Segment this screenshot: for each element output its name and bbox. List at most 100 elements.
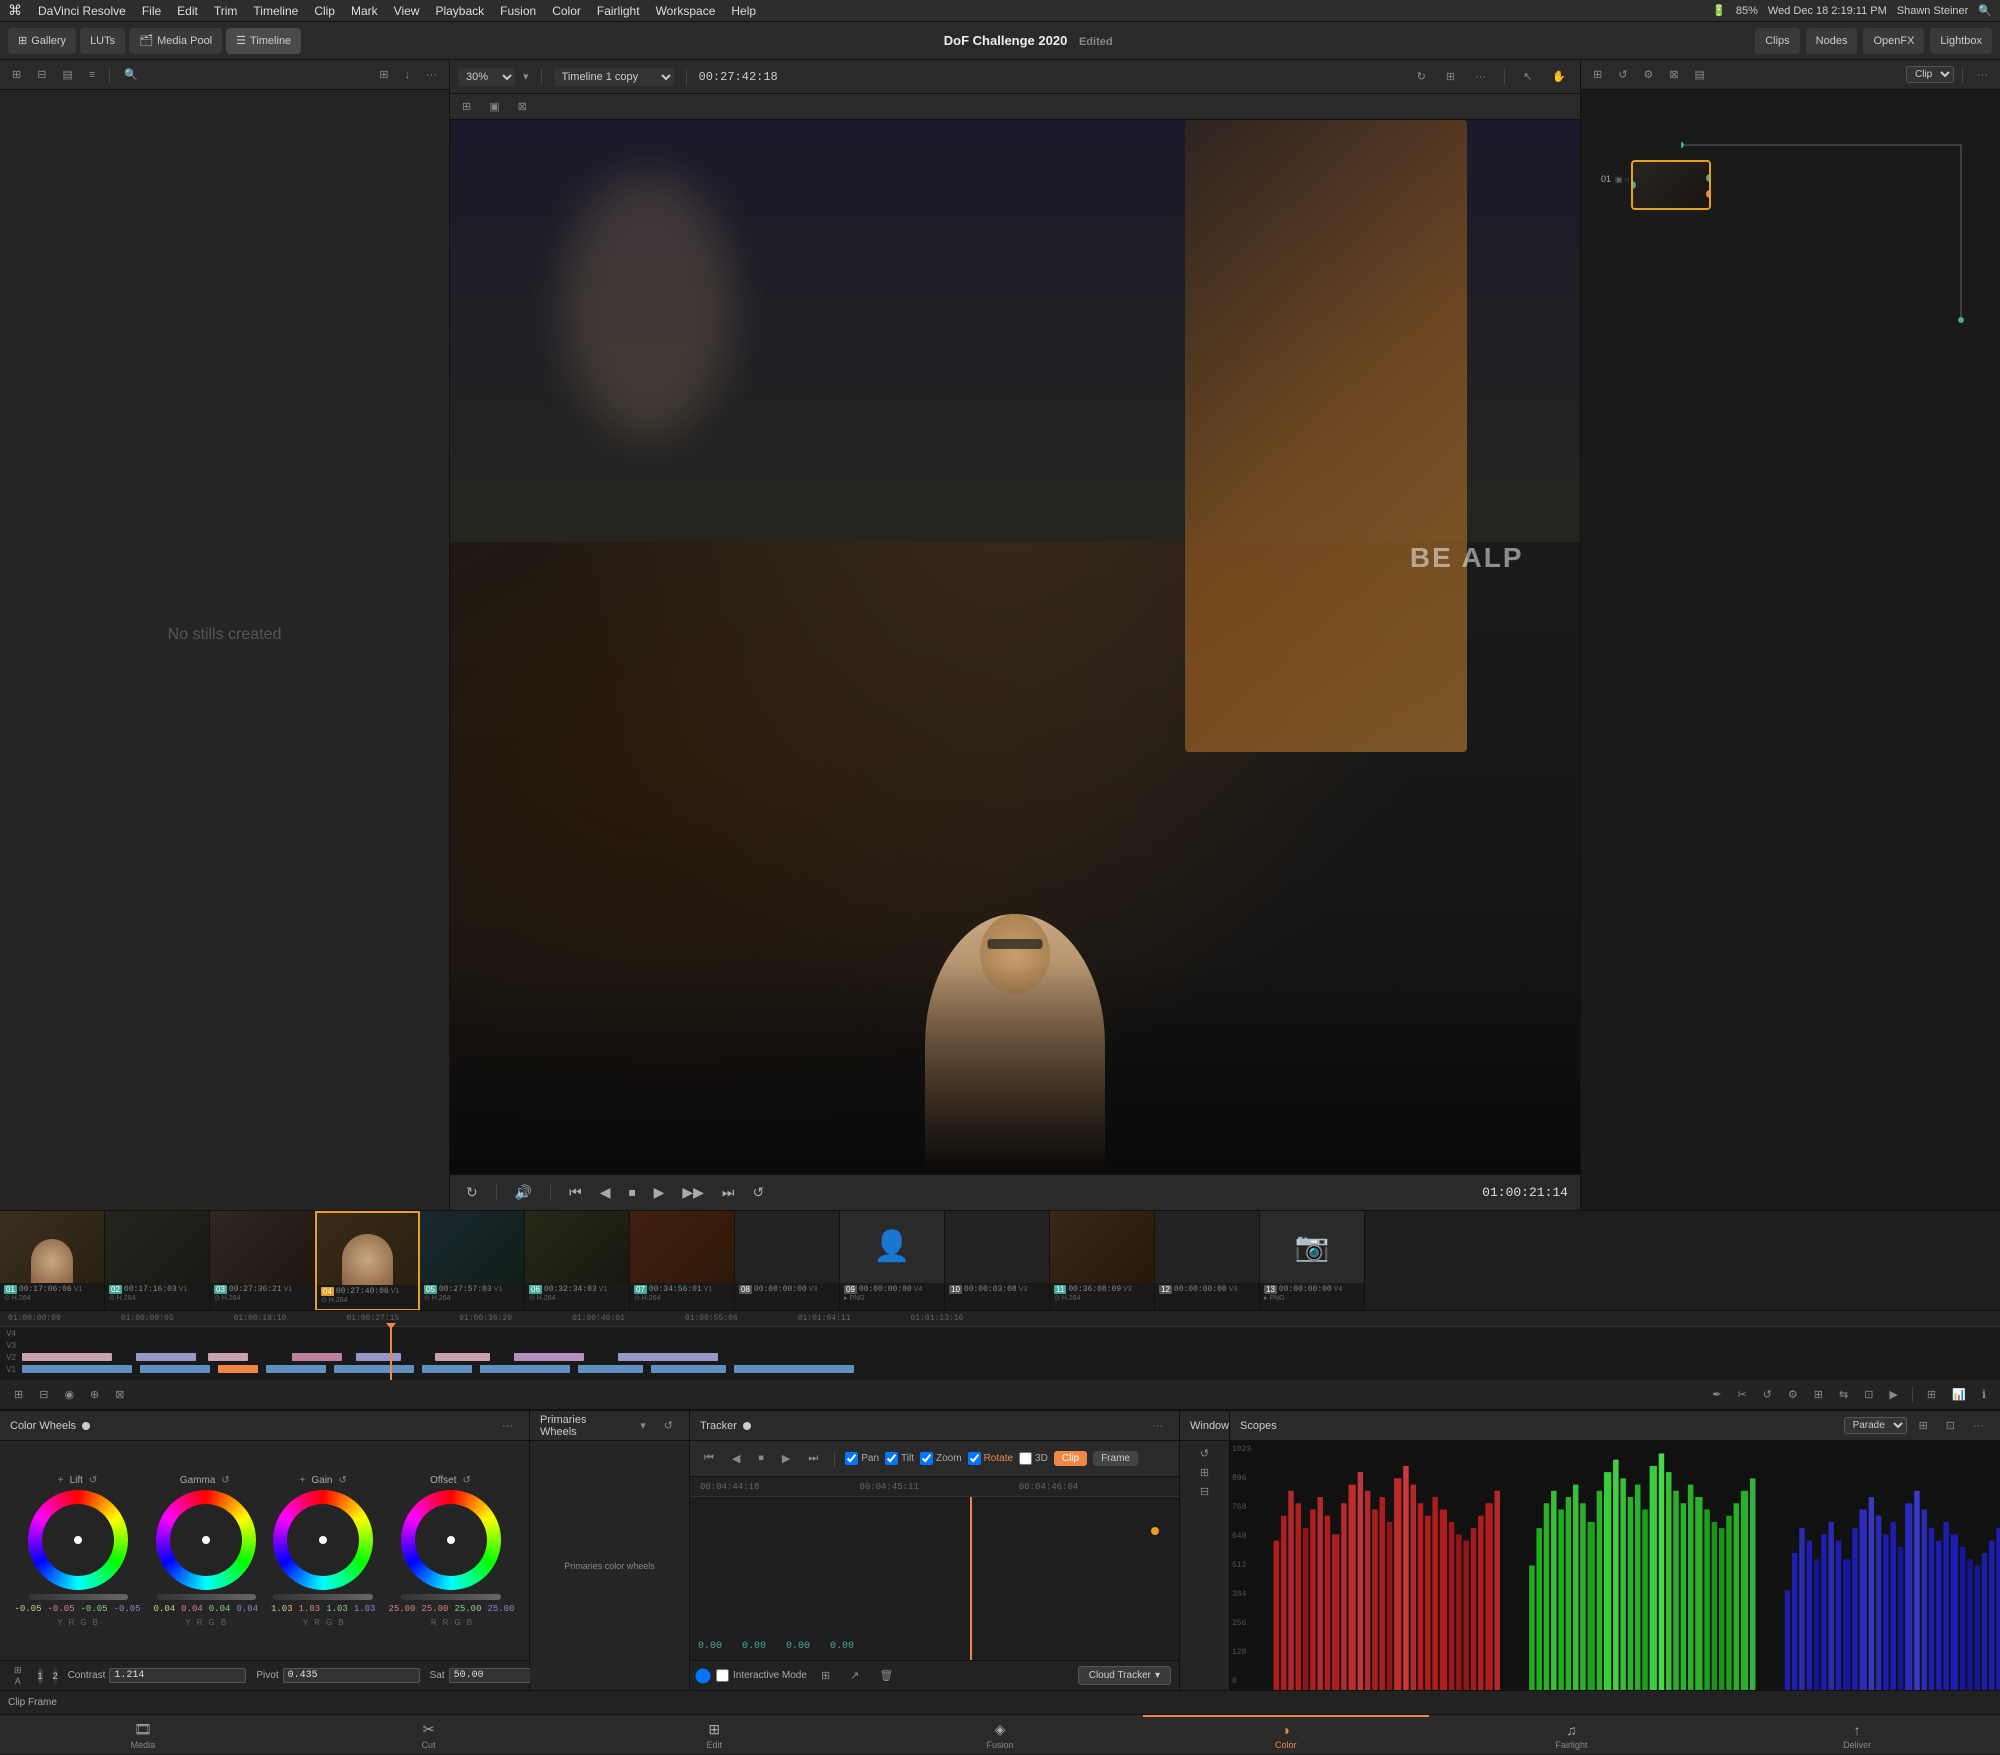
menu-edit[interactable]: Edit bbox=[177, 4, 198, 18]
timeline-copy-select[interactable]: Timeline 1 copy bbox=[554, 68, 674, 86]
clip-v1-3[interactable] bbox=[218, 1365, 258, 1373]
clip-v1-9[interactable] bbox=[651, 1365, 726, 1373]
clip-item-07[interactable]: 07 00:34:56:01 V1 ⊙ H.264 bbox=[630, 1211, 735, 1311]
cursor-btn[interactable]: ↖ bbox=[1517, 68, 1538, 85]
interactive-btn-2[interactable]: ↗ bbox=[844, 1667, 865, 1684]
zoom-select[interactable]: 30%50%100% bbox=[458, 68, 515, 86]
menu-clip[interactable]: Clip bbox=[314, 4, 335, 18]
goto-start-btn[interactable]: ⏮ bbox=[565, 1182, 586, 1203]
wheel-offset-svg[interactable] bbox=[401, 1490, 501, 1590]
color-tool-3[interactable]: ◉ bbox=[58, 1386, 80, 1403]
clip-item-04[interactable]: 04 00:27:40:06 V1 ⊙ H.264 bbox=[315, 1211, 420, 1311]
wheel-gain-svg[interactable] bbox=[273, 1490, 373, 1590]
wheel-gamma-bar[interactable] bbox=[156, 1594, 256, 1600]
tab-media-pool[interactable]: 🗂 Media Pool bbox=[129, 28, 222, 54]
clip-item-13[interactable]: 📷 13 00:00:00:00 V4 ▸ PNG bbox=[1260, 1211, 1365, 1311]
clip-v2-4[interactable] bbox=[292, 1353, 342, 1361]
clip-item-09[interactable]: 👤 09 00:00:00:00 V4 ▸ PNG bbox=[840, 1211, 945, 1311]
color-tool-10[interactable]: ⊞ bbox=[1808, 1386, 1829, 1403]
tilt-checkbox[interactable]: Tilt bbox=[885, 1452, 914, 1465]
tracker-clip-btn[interactable]: Clip bbox=[1054, 1451, 1087, 1466]
color-tool-13[interactable]: ▶ bbox=[1883, 1386, 1903, 1403]
color-tool-7[interactable]: ✂ bbox=[1731, 1386, 1752, 1403]
primaries-more-btn[interactable]: ↺ bbox=[658, 1417, 679, 1434]
menu-workspace[interactable]: Workspace bbox=[656, 4, 716, 18]
color-num-2[interactable]: 2 bbox=[53, 1668, 58, 1684]
wheel-gain-add-btn[interactable]: + bbox=[298, 1475, 308, 1486]
wheel-lift-add-btn[interactable]: + bbox=[56, 1475, 66, 1486]
clip-v2-1[interactable] bbox=[22, 1353, 112, 1361]
node-btn-2[interactable]: ↺ bbox=[1612, 66, 1633, 83]
3d-check-input[interactable] bbox=[1019, 1452, 1032, 1465]
3d-checkbox[interactable]: 3D bbox=[1019, 1452, 1048, 1465]
tracker-play[interactable]: ▶ bbox=[776, 1450, 796, 1467]
gallery-sub-btn-5[interactable]: 🔍 bbox=[118, 66, 144, 83]
tab-openfx[interactable]: OpenFX bbox=[1863, 28, 1924, 54]
gallery-sub-btn-7[interactable]: ↓ bbox=[399, 67, 417, 83]
menu-trim[interactable]: Trim bbox=[214, 4, 238, 18]
tab-lightbox[interactable]: Lightbox bbox=[1930, 28, 1992, 54]
wheel-lift-reset-btn[interactable]: ↺ bbox=[87, 1475, 99, 1486]
clip-v1-7[interactable] bbox=[480, 1365, 570, 1373]
color-num-1[interactable]: 1 bbox=[38, 1668, 43, 1684]
wheel-offset-reset-btn[interactable]: ↺ bbox=[461, 1475, 473, 1486]
clip-v1-5[interactable] bbox=[334, 1365, 414, 1373]
viewer-icon-2[interactable]: ▣ bbox=[483, 98, 505, 115]
tab-luts[interactable]: LUTs bbox=[80, 28, 125, 54]
window-btn-1[interactable]: ↺ bbox=[1194, 1445, 1215, 1462]
interactive-btn-1[interactable]: ⊞ bbox=[815, 1667, 836, 1684]
tilt-check-input[interactable] bbox=[885, 1452, 898, 1465]
tab-edit[interactable]: ⊞ Edit bbox=[571, 1715, 857, 1755]
interactive-slider[interactable] bbox=[698, 1668, 708, 1684]
scopes-type-select[interactable]: Parade bbox=[1844, 1417, 1907, 1434]
more-btn[interactable]: ··· bbox=[1469, 69, 1492, 85]
tracker-goto-start[interactable]: ⏮ bbox=[698, 1450, 720, 1467]
clip-v1-8[interactable] bbox=[578, 1365, 643, 1373]
zoom-checkbox[interactable]: Zoom bbox=[920, 1452, 962, 1465]
tracker-frame-btn[interactable]: Frame bbox=[1093, 1451, 1138, 1466]
clip-v2-3[interactable] bbox=[208, 1353, 248, 1361]
color-tool-14[interactable]: ⊞ bbox=[1921, 1386, 1942, 1403]
clip-item-12[interactable]: 12 00:00:00:00 V3 bbox=[1155, 1211, 1260, 1311]
color-tool-8[interactable]: ↺ bbox=[1757, 1386, 1778, 1403]
menu-mark[interactable]: Mark bbox=[351, 4, 378, 18]
menu-fairlight[interactable]: Fairlight bbox=[597, 4, 640, 18]
wheel-gain-bar[interactable] bbox=[273, 1594, 373, 1600]
clip-item-10[interactable]: 10 00:00:03:08 V3 bbox=[945, 1211, 1050, 1311]
clip-item-01[interactable]: 01 00:17:06:06 V1 ⊙ H.264 bbox=[0, 1211, 105, 1311]
scopes-btn-2[interactable]: ⊡ bbox=[1940, 1417, 1961, 1434]
color-tool-5[interactable]: ⊠ bbox=[109, 1386, 130, 1403]
clip-item-06[interactable]: 06 00:32:34:03 V1 ⊙ H.264 bbox=[525, 1211, 630, 1311]
color-tool-2[interactable]: ⊟ bbox=[33, 1386, 54, 1403]
gallery-sub-btn-6[interactable]: ⊞ bbox=[373, 66, 394, 83]
zoom-check-input[interactable] bbox=[920, 1452, 933, 1465]
wheel-gamma-reset-btn[interactable]: ↺ bbox=[219, 1475, 231, 1486]
menu-help[interactable]: Help bbox=[731, 4, 756, 18]
menu-playback[interactable]: Playback bbox=[435, 4, 484, 18]
tab-color[interactable]: ◑ Color bbox=[1143, 1715, 1429, 1755]
wheel-lift-svg[interactable] bbox=[28, 1490, 128, 1590]
clip-v2-8[interactable] bbox=[618, 1353, 718, 1361]
clip-v2-6[interactable] bbox=[435, 1353, 490, 1361]
gallery-sub-btn-3[interactable]: ▤ bbox=[56, 66, 78, 83]
tab-fairlight[interactable]: ♫ Fairlight bbox=[1429, 1715, 1715, 1755]
loop-btn[interactable]: ↻ bbox=[1411, 68, 1432, 85]
play-btn[interactable]: ▶ bbox=[650, 1182, 669, 1203]
apple-logo-icon[interactable]: ⌘ bbox=[8, 2, 22, 19]
vol-btn[interactable]: 🔊 bbox=[511, 1182, 536, 1203]
next-frame-btn[interactable]: ▶▶ bbox=[678, 1182, 708, 1203]
clip-v2-2[interactable] bbox=[136, 1353, 196, 1361]
node-btn-4[interactable]: ⊠ bbox=[1663, 66, 1684, 83]
tab-media[interactable]: 🎞 Media bbox=[0, 1715, 286, 1755]
loop-btn2[interactable]: ↺ bbox=[749, 1182, 769, 1203]
prev-frame-btn[interactable]: ◀ bbox=[596, 1182, 615, 1203]
gallery-sub-btn-8[interactable]: ··· bbox=[420, 67, 443, 83]
window-btn-2[interactable]: ⊞ bbox=[1194, 1464, 1215, 1481]
color-mode-btn[interactable]: ⊞ A bbox=[8, 1663, 28, 1688]
node-more-btn[interactable]: ··· bbox=[1971, 67, 1994, 83]
menu-app[interactable]: DaVinci Resolve bbox=[38, 4, 126, 18]
color-tool-16[interactable]: ℹ bbox=[1976, 1386, 1992, 1403]
node-btn-1[interactable]: ⊞ bbox=[1587, 66, 1608, 83]
wheel-lift-bar[interactable] bbox=[28, 1594, 128, 1600]
clip-item-08[interactable]: 08 00:00:00:00 V3 bbox=[735, 1211, 840, 1311]
